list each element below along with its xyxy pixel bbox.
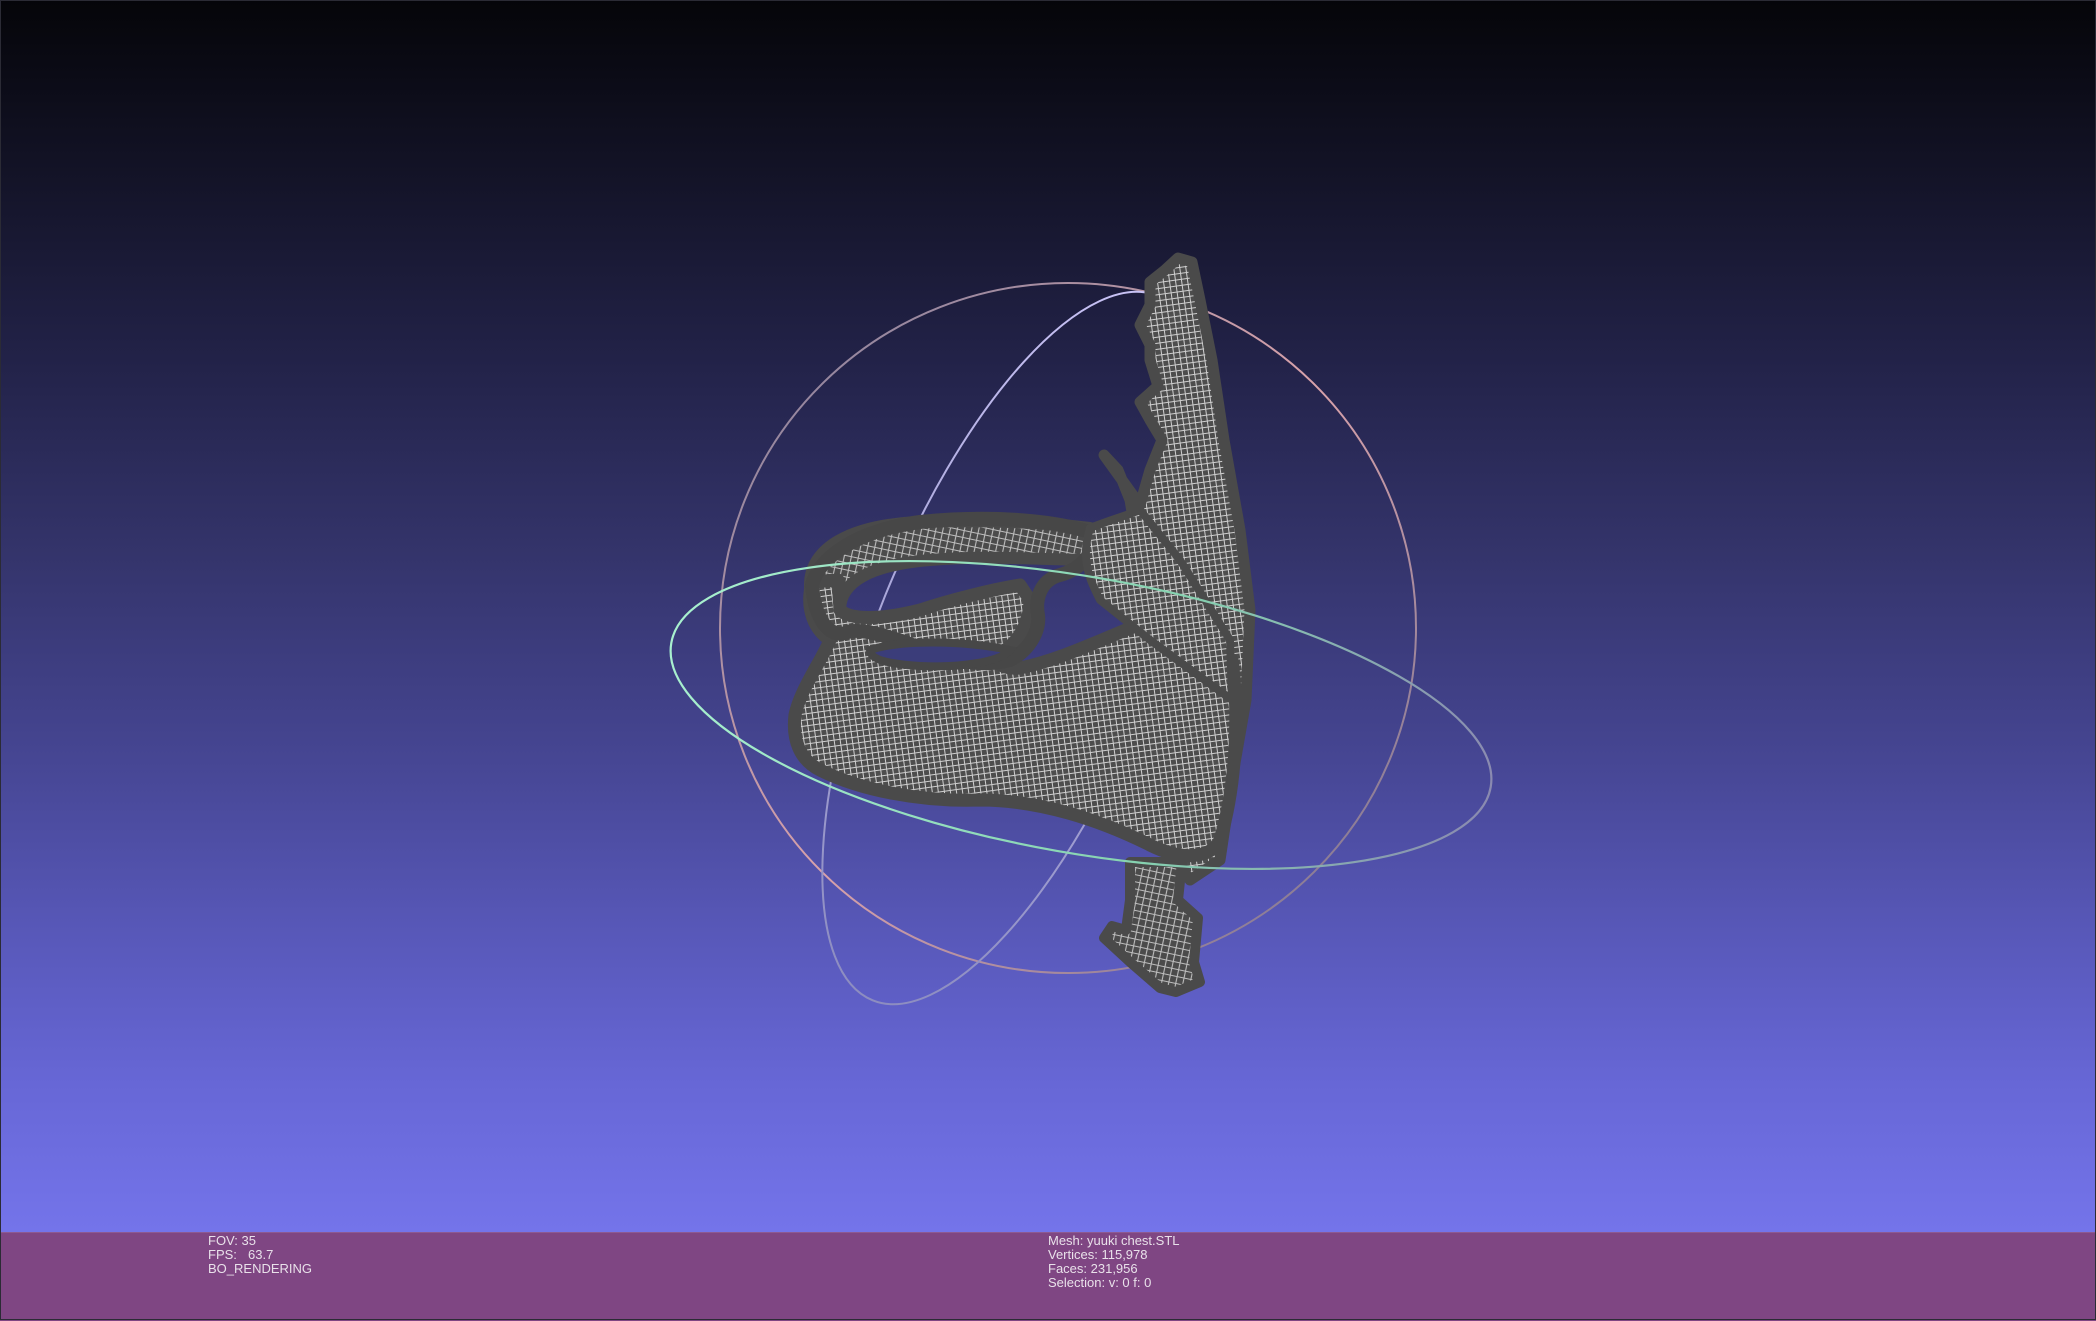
status-info-bar: FOV: 35 FPS: 63.7 BO_RENDERING Mesh: yuu…: [0, 1232, 2096, 1321]
mesh-band-opening: [865, 638, 1018, 671]
fps-value: 63.7: [248, 1247, 274, 1262]
fov-readout: FOV: 35: [208, 1233, 256, 1248]
fps-label: FPS:: [208, 1247, 237, 1262]
scene-canvas[interactable]: [0, 0, 2096, 1232]
3d-viewport[interactable]: [0, 0, 2096, 1232]
faces-readout: Faces: 231,956: [1048, 1261, 1138, 1276]
render-mode-readout: BO_RENDERING: [208, 1261, 313, 1276]
mesh-model[interactable]: [787, 252, 1256, 997]
mesh-name-readout: Mesh: yuuki chest.STL: [1048, 1233, 1180, 1248]
vertices-readout: Vertices: 115,978: [1048, 1247, 1148, 1262]
selection-readout: Selection: v: 0 f: 0: [1048, 1275, 1152, 1290]
